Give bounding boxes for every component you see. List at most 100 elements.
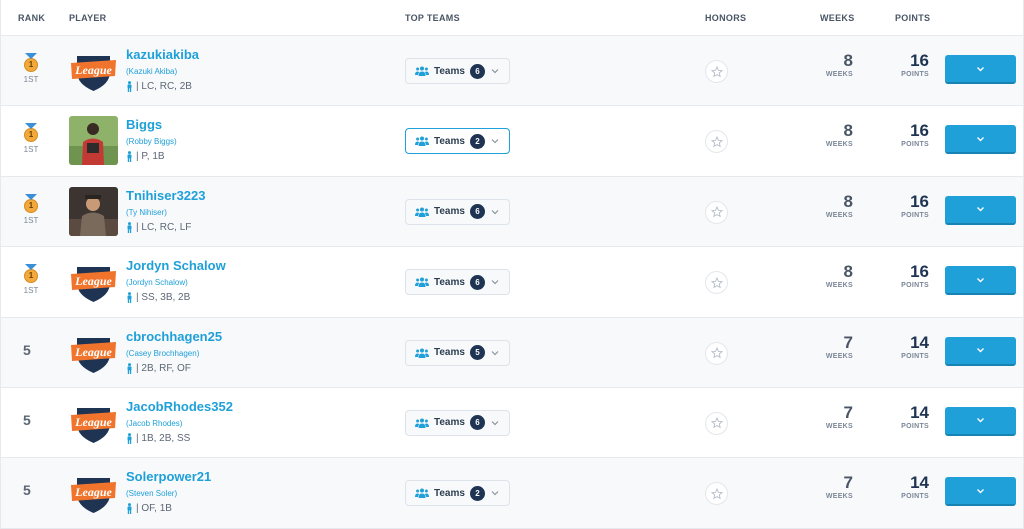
chevron-down-icon — [491, 280, 499, 285]
teams-label: Teams — [434, 135, 465, 147]
medal-icon: 1 — [24, 269, 38, 284]
avatar[interactable]: League — [69, 328, 118, 377]
honors-star-button[interactable] — [705, 200, 728, 224]
star-icon — [710, 135, 723, 148]
expand-row-button[interactable] — [945, 336, 1016, 366]
expand-row-button[interactable] — [945, 125, 1016, 155]
star-icon — [710, 487, 723, 500]
positions-text: | LC, RC, LF — [136, 221, 192, 233]
teams-count-badge: 6 — [469, 274, 485, 290]
avatar[interactable] — [69, 186, 118, 236]
weeks-cell: 8 WEEKS — [819, 262, 853, 289]
chevron-down-icon — [491, 139, 499, 144]
player-name-link[interactable]: JacobRhodes352 — [126, 399, 233, 414]
player-name-link[interactable]: Solerpower21 — [126, 469, 211, 484]
player-real-name-link[interactable]: (Ty Nihiser) — [126, 208, 167, 217]
avatar[interactable]: League — [69, 257, 118, 306]
table-row: 1 1ST Biggs (Robby Biggs) | P, 1B Teams … — [1, 106, 1023, 177]
player-real-name-link[interactable]: (Casey Brochhagen) — [126, 349, 199, 358]
avatar[interactable] — [69, 116, 118, 166]
honors-star-button[interactable] — [705, 411, 728, 435]
player-name-link[interactable]: Jordyn Schalow — [126, 258, 226, 273]
player-real-name-link[interactable]: (Steven Soler) — [126, 489, 177, 498]
chevron-down-icon — [977, 488, 984, 494]
teams-label: Teams — [434, 65, 465, 77]
points-unit: POINTS — [901, 422, 929, 430]
expand-row-button[interactable] — [945, 195, 1016, 225]
top-teams-dropdown[interactable]: Teams 6 — [405, 409, 510, 436]
expand-row-button[interactable] — [945, 477, 1016, 507]
rank-number: 5 — [23, 411, 31, 428]
points-cell: 16 POINTS — [895, 51, 929, 78]
expand-row-button[interactable] — [945, 55, 1016, 84]
top-teams-dropdown[interactable]: Teams 6 — [405, 58, 510, 84]
honors-star-button[interactable] — [705, 271, 728, 295]
teams-count-badge: 6 — [469, 204, 485, 220]
person-icon — [127, 503, 132, 515]
rank-number: 5 — [23, 482, 31, 499]
points-cell: 14 POINTS — [895, 403, 929, 430]
positions-text: | SS, 3B, 2B — [136, 292, 191, 304]
player-name-link[interactable]: Biggs — [126, 117, 162, 132]
player-real-name-link[interactable]: (Jacob Rhodes) — [126, 419, 182, 428]
chevron-down-icon — [491, 350, 499, 355]
weeks-cell: 7 WEEKS — [819, 403, 853, 430]
honors-star-button[interactable] — [705, 341, 728, 365]
weeks-value: 7 — [843, 402, 853, 422]
player-real-name-link[interactable]: (Kazuki Akiba) — [126, 67, 177, 76]
medal-icon: 1 — [24, 198, 38, 213]
honors-star-button[interactable] — [705, 482, 728, 506]
medal-ribbon-icon — [25, 193, 37, 200]
header-honors: HONORS — [705, 12, 747, 23]
top-teams-dropdown[interactable]: Teams 6 — [405, 269, 510, 296]
honors-star-button[interactable] — [705, 60, 728, 83]
star-icon — [710, 276, 723, 288]
table-row: 5 League JacobRhodes352 (Jacob Rhodes) |… — [1, 387, 1023, 459]
top-teams-dropdown[interactable]: Teams 5 — [405, 339, 510, 366]
person-icon — [127, 81, 132, 92]
player-positions: | LC, RC, 2B — [126, 81, 192, 92]
top-teams-dropdown[interactable]: Teams 2 — [405, 128, 510, 155]
player-photo — [69, 116, 118, 166]
points-unit: POINTS — [901, 141, 929, 149]
avatar[interactable]: League — [69, 398, 118, 447]
honors-star-button[interactable] — [705, 130, 728, 154]
top-teams-dropdown[interactable]: Teams 2 — [405, 480, 510, 507]
expand-row-button[interactable] — [945, 406, 1016, 436]
player-name-link[interactable]: cbrochhagen25 — [126, 329, 222, 344]
expand-row-button[interactable] — [945, 266, 1016, 296]
points-cell: 14 POINTS — [895, 473, 929, 500]
table-row: 1 1ST Tnihiser3223 (Ty Nihiser) | LC, RC… — [1, 176, 1023, 248]
top-teams-dropdown[interactable]: Teams 6 — [405, 198, 510, 225]
player-real-name-link[interactable]: (Jordyn Schalow) — [126, 278, 188, 287]
weeks-unit: WEEKS — [825, 141, 853, 149]
league-logo-icon: League — [71, 56, 116, 91]
teams-label: Teams — [434, 206, 465, 218]
header-rank: RANK — [18, 12, 46, 23]
table-header: RANK PLAYER TOP TEAMS HONORS WEEKS POINT… — [1, 0, 1023, 36]
weeks-cell: 7 WEEKS — [819, 473, 853, 500]
points-value: 16 — [910, 121, 929, 141]
weeks-unit: WEEKS — [825, 282, 853, 290]
medal-icon: 1 — [24, 58, 38, 72]
teams-count-badge: 6 — [469, 63, 485, 79]
table-row: 1 1ST League Jordyn Schalow (Jordyn Scha… — [1, 247, 1023, 318]
points-value: 16 — [910, 51, 929, 70]
player-real-name-link[interactable]: (Robby Biggs) — [126, 137, 177, 146]
player-positions: | OF, 1B — [126, 503, 172, 515]
teams-count-badge: 6 — [469, 415, 485, 431]
positions-text: | OF, 1B — [136, 503, 172, 515]
teams-label: Teams — [434, 347, 465, 359]
header-points: POINTS — [895, 12, 931, 23]
avatar[interactable]: League — [69, 46, 118, 95]
player-name-link[interactable]: kazukiakiba — [126, 47, 199, 62]
player-name-link[interactable]: Tnihiser3223 — [126, 188, 206, 203]
rank-label: 1ST — [23, 75, 39, 84]
header-top-teams: TOP TEAMS — [405, 12, 460, 23]
svg-text:League: League — [74, 485, 112, 499]
chevron-down-icon — [977, 207, 984, 212]
avatar[interactable]: League — [69, 468, 118, 517]
weeks-cell: 8 WEEKS — [819, 51, 853, 78]
chevron-down-icon — [977, 277, 984, 283]
table-row: 5 League Solerpower21 (Steven Soler) | O… — [1, 458, 1023, 529]
